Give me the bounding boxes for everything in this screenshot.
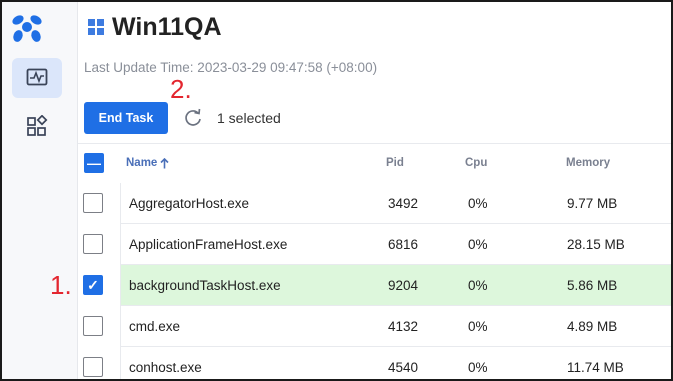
table-header: Name Pid Cpu Memory — [78, 143, 671, 183]
table-row[interactable]: conhost.exe 4540 0% 11.74 MB — [120, 347, 671, 379]
windows-logo-icon — [88, 19, 104, 35]
cell-cpu: 0% — [468, 360, 488, 375]
refresh-icon[interactable] — [182, 107, 204, 129]
nav-apps[interactable] — [12, 106, 62, 146]
cell-name: AggregatorHost.exe — [129, 196, 250, 211]
column-header-pid[interactable]: Pid — [386, 157, 404, 169]
cell-pid: 3492 — [388, 196, 419, 211]
cell-cpu: 0% — [468, 196, 488, 211]
cell-memory: 28.15 MB — [567, 237, 625, 252]
cell-name: backgroundTaskHost.exe — [129, 278, 281, 293]
cell-memory: 9.77 MB — [567, 196, 618, 211]
cell-cpu: 0% — [468, 278, 488, 293]
page-title: Win11QA — [112, 12, 222, 41]
cell-pid: 6816 — [388, 237, 419, 252]
page-header: Win11QA — [88, 12, 222, 42]
column-header-name-label: Name — [126, 157, 158, 169]
column-header-cpu[interactable]: Cpu — [465, 157, 487, 169]
annotation-two: 2. — [170, 74, 192, 104]
checkmark-icon: ✓ — [87, 277, 99, 293]
nav-activity-monitor[interactable] — [12, 58, 62, 98]
cell-memory: 4.89 MB — [567, 319, 618, 334]
row-checkbox[interactable] — [83, 234, 103, 254]
column-header-name[interactable]: Name — [126, 157, 169, 169]
end-task-button[interactable]: End Task — [84, 102, 168, 134]
cell-cpu: 0% — [468, 319, 488, 334]
column-header-memory[interactable]: Memory — [566, 157, 610, 169]
cell-name: cmd.exe — [129, 319, 181, 334]
annotation-one: 1. — [50, 270, 72, 300]
app-logo-icon — [12, 15, 42, 42]
left-rail — [2, 2, 78, 379]
cell-memory: 5.86 MB — [567, 278, 618, 293]
cell-cpu: 0% — [468, 237, 488, 252]
row-checkbox[interactable] — [83, 193, 103, 213]
arrow-up-icon — [160, 157, 169, 168]
table-row[interactable]: ApplicationFrameHost.exe 6816 0% 28.15 MB — [120, 224, 671, 265]
cell-memory: 11.74 MB — [567, 360, 624, 375]
activity-monitor-icon — [26, 68, 48, 86]
last-update-time: Last Update Time: 2023-03-29 09:47:58 (+… — [84, 60, 378, 75]
row-checkbox[interactable]: ✓ — [83, 275, 103, 295]
row-checkbox[interactable] — [83, 316, 103, 336]
task-manager-window: Win11QA Last Update Time: 2023-03-29 09:… — [0, 0, 673, 381]
selected-count: 1 selected — [217, 110, 281, 126]
row-checkbox[interactable] — [83, 357, 103, 377]
table-row[interactable]: backgroundTaskHost.exe 9204 0% 5.86 MB — [120, 265, 671, 306]
cell-pid: 4540 — [388, 360, 419, 375]
cell-name: conhost.exe — [129, 360, 202, 375]
table-row[interactable]: cmd.exe 4132 0% 4.89 MB — [120, 306, 671, 347]
cell-name: ApplicationFrameHost.exe — [129, 237, 288, 252]
apps-grid-icon — [27, 115, 48, 136]
cell-pid: 9204 — [388, 278, 419, 293]
table-row[interactable]: AggregatorHost.exe 3492 0% 9.77 MB — [120, 183, 671, 224]
cell-pid: 4132 — [388, 319, 419, 334]
